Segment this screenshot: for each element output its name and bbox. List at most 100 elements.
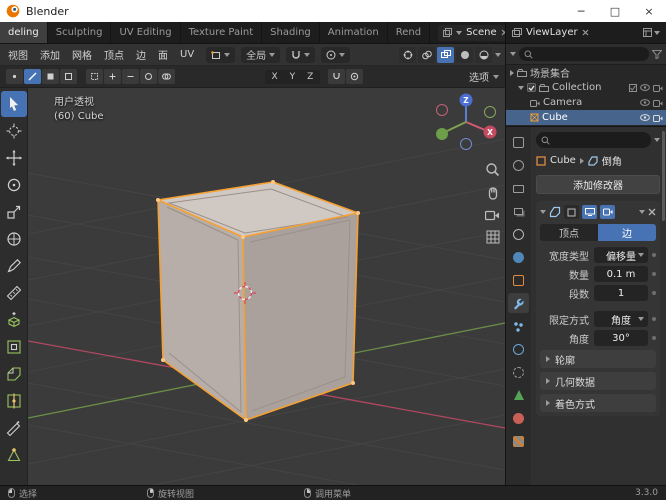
modifier-close-icon[interactable] <box>648 208 656 216</box>
tab-render[interactable] <box>508 155 529 175</box>
menu-edge[interactable]: 边 <box>130 47 152 62</box>
exclude-checkbox-icon[interactable] <box>629 83 637 92</box>
workspace-tab-modeling[interactable]: deling <box>0 22 48 43</box>
display-render-toggle[interactable] <box>600 205 615 219</box>
tab-texture[interactable] <box>508 431 529 451</box>
select-intersect-button[interactable] <box>158 69 175 84</box>
gizmo-neg-y[interactable] <box>484 106 496 118</box>
camera-view-icon[interactable] <box>485 210 500 221</box>
add-modifier-button[interactable]: 添加修改器 <box>536 175 660 194</box>
shading-caret-icon[interactable] <box>495 52 501 57</box>
workspace-tab-sculpting[interactable]: Sculpting <box>48 22 112 43</box>
tab-particles[interactable] <box>508 316 529 336</box>
select-box-tool[interactable] <box>0 91 27 117</box>
xray-toggle[interactable] <box>437 46 454 63</box>
rotate-tool[interactable] <box>1 172 27 198</box>
viewport-canvas-area[interactable]: Z X 用户透视 (60) Cube <box>28 88 505 485</box>
hide-viewport-icon[interactable] <box>640 114 650 121</box>
measure-tool[interactable] <box>1 280 27 306</box>
outliner-search-input[interactable] <box>519 47 649 61</box>
hide-viewport-icon[interactable] <box>640 84 650 91</box>
mirror-z-toggle[interactable]: Z <box>301 71 319 83</box>
move-tool[interactable] <box>1 145 27 171</box>
mirror-y-toggle[interactable]: Y <box>284 71 302 83</box>
section-profile[interactable]: 轮廓 <box>540 350 656 368</box>
workspace-tab-shading[interactable]: Shading <box>262 22 320 43</box>
tab-physics[interactable] <box>508 339 529 359</box>
tab-object[interactable] <box>508 270 529 290</box>
scene-selector[interactable]: Scene <box>438 24 505 41</box>
workspace-tab-texture-paint[interactable]: Texture Paint <box>181 22 263 43</box>
transform-tool[interactable] <box>1 226 27 252</box>
extrude-region-tool[interactable] <box>1 307 27 333</box>
snap-toggle-button[interactable] <box>328 69 346 84</box>
properties-scrollbar[interactable] <box>662 131 665 221</box>
options-extra-button[interactable] <box>346 69 364 84</box>
poly-build-tool[interactable] <box>1 442 27 468</box>
affect-edges-tab[interactable]: 边 <box>598 224 656 241</box>
outliner-row-scene-collection[interactable]: 场景集合 <box>506 65 666 80</box>
zoom-icon[interactable] <box>485 162 500 177</box>
shading-rendered-toggle[interactable] <box>475 46 492 63</box>
angle-field[interactable]: 30° <box>594 330 648 346</box>
transform-orientation-dropdown[interactable]: 全局 <box>241 46 281 63</box>
knife-tool[interactable] <box>1 415 27 441</box>
expand-icon[interactable] <box>510 69 514 76</box>
outliner-display-mode-icon[interactable] <box>510 52 516 56</box>
display-realtime-toggle[interactable] <box>582 205 597 219</box>
decorator-dot[interactable] <box>652 272 656 276</box>
pan-hand-icon[interactable] <box>486 186 500 201</box>
menu-uv[interactable]: UV <box>174 49 200 60</box>
filter-icon[interactable] <box>652 49 662 59</box>
decorator-dot[interactable] <box>652 317 656 321</box>
gizmo-neg-x[interactable] <box>436 104 448 116</box>
ortho-grid-icon[interactable] <box>486 230 500 244</box>
tab-tool[interactable] <box>508 132 529 152</box>
view-layer-unlink-icon[interactable] <box>582 29 589 36</box>
tab-view-layer[interactable] <box>508 201 529 221</box>
multi-select-mode-button[interactable] <box>60 69 77 84</box>
outliner-row-camera[interactable]: Camera <box>506 95 666 110</box>
tab-world[interactable] <box>508 247 529 267</box>
disable-render-icon[interactable] <box>653 84 663 92</box>
collection-checkbox[interactable] <box>527 83 536 92</box>
annotate-tool[interactable] <box>1 253 27 279</box>
select-subtract-button[interactable] <box>122 69 139 84</box>
disable-render-icon[interactable] <box>653 114 663 122</box>
amount-field[interactable]: 0.1 m <box>594 266 648 282</box>
modifier-expand-icon[interactable] <box>540 210 546 214</box>
scale-tool[interactable] <box>1 199 27 225</box>
edit-mode-dropdown[interactable] <box>206 46 236 63</box>
gizmo-neg-z[interactable] <box>460 138 472 150</box>
maximize-button[interactable]: □ <box>598 0 632 22</box>
menu-view[interactable]: 视图 <box>2 47 34 62</box>
tab-object-data[interactable] <box>508 385 529 405</box>
outliner-row-cube[interactable]: Cube <box>506 110 666 125</box>
display-editmode-toggle[interactable] <box>564 205 579 219</box>
select-new-button[interactable] <box>86 69 103 84</box>
gizmo-y-axis[interactable] <box>436 128 448 140</box>
select-extend-button[interactable] <box>104 69 121 84</box>
cursor-tool[interactable] <box>1 118 27 144</box>
breadcrumb-object[interactable]: Cube <box>550 155 576 166</box>
workspace-tab-rendering[interactable]: Rend <box>388 22 431 43</box>
workspace-tab-animation[interactable]: Animation <box>320 22 388 43</box>
width-type-dropdown[interactable]: 偏移量 <box>594 247 648 263</box>
bevel-tool[interactable] <box>1 361 27 387</box>
face-select-mode-button[interactable] <box>42 69 59 84</box>
menu-face[interactable]: 面 <box>152 47 174 62</box>
show-overlays-toggle[interactable] <box>418 46 435 63</box>
editor-menu-caret-icon[interactable] <box>654 30 660 35</box>
view-layer-name[interactable]: ViewLayer <box>526 27 578 38</box>
affect-vertices-tab[interactable]: 顶点 <box>540 224 598 241</box>
properties-search-input[interactable] <box>536 132 651 148</box>
show-gizmo-toggle[interactable] <box>399 46 416 63</box>
menu-vertex[interactable]: 顶点 <box>98 47 130 62</box>
outliner-row-collection[interactable]: Collection <box>506 80 666 95</box>
modifier-extras-icon[interactable] <box>639 210 645 214</box>
loop-cut-tool[interactable] <box>1 388 27 414</box>
minimize-button[interactable]: ─ <box>564 0 598 22</box>
menu-add[interactable]: 添加 <box>34 47 66 62</box>
breadcrumb-modifier[interactable]: 倒角 <box>602 153 622 168</box>
close-button[interactable]: × <box>632 0 666 22</box>
